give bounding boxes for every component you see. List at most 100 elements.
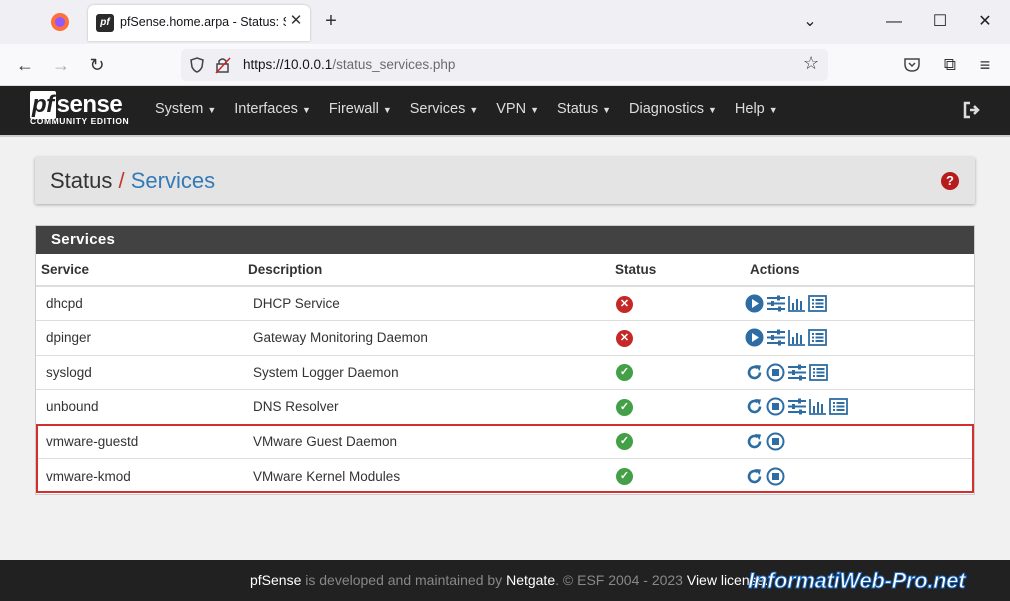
forward-arrow-icon[interactable]: → [49, 53, 73, 77]
browser-tab-active[interactable]: pf pfSense.home.arpa - Status: Services … [88, 5, 310, 41]
browser-tabbar: pf pfSense.home.arpa - Status: Services … [0, 0, 1010, 44]
settings-sliders-icon[interactable] [787, 398, 807, 415]
extensions-puzzle-icon[interactable]: ⧉ [938, 53, 962, 77]
panel-title: Services [36, 226, 974, 254]
menu-services[interactable]: Services ▼ [410, 101, 479, 117]
stop-icon[interactable] [766, 432, 785, 451]
menu-firewall[interactable]: Firewall ▼ [329, 101, 392, 117]
service-description: Gateway Monitoring Daemon [243, 320, 610, 355]
bar-chart-icon[interactable] [788, 329, 806, 347]
restart-icon[interactable] [745, 467, 764, 486]
table-row: vmware-kmod VMware Kernel Modules ✓ [36, 458, 974, 493]
restart-icon[interactable] [745, 363, 764, 382]
logo-pf: pf [30, 91, 56, 119]
caret-down-icon: ▼ [708, 105, 717, 115]
table-row: dpinger Gateway Monitoring Daemon ✕ [36, 320, 974, 355]
footer-company[interactable]: Netgate [506, 572, 555, 588]
menu-diagnostics[interactable]: Diagnostics ▼ [629, 101, 717, 117]
caret-down-icon: ▼ [530, 105, 540, 115]
logout-icon[interactable] [962, 100, 982, 120]
service-description: DNS Resolver [243, 389, 610, 424]
stop-icon[interactable] [766, 397, 785, 416]
stop-icon[interactable] [766, 363, 785, 382]
url-bar[interactable]: https://10.0.0.1/status_services.php ☆ [181, 49, 828, 81]
table-row: syslogd System Logger Daemon ✓ [36, 354, 974, 390]
tab-close-icon[interactable]: ✕ [287, 12, 305, 30]
firefox-icon[interactable] [50, 12, 70, 32]
breadcrumb-separator: / [118, 168, 125, 193]
menu-system[interactable]: System ▼ [155, 101, 216, 117]
tab-list-chevron-icon[interactable]: ⌄ [798, 10, 822, 34]
breadcrumb-parent[interactable]: Status [50, 168, 112, 193]
service-name: vmware-kmod [36, 458, 243, 493]
pfsense-logo[interactable]: pf sense COMMUNITY EDITION [30, 91, 129, 126]
logo-subtitle: COMMUNITY EDITION [30, 116, 130, 126]
log-list-icon[interactable] [808, 329, 827, 347]
tab-title: pfSense.home.arpa - Status: Services [120, 15, 286, 29]
caret-down-icon: ▼ [207, 105, 217, 115]
log-list-icon[interactable] [808, 295, 827, 312]
menu-vpn[interactable]: VPN ▼ [496, 101, 539, 117]
footer-text-1: is developed and maintained by [301, 572, 507, 588]
bar-chart-icon[interactable] [788, 295, 806, 312]
breadcrumb-current[interactable]: Services [131, 168, 215, 193]
url-path: /status_services.php [332, 57, 456, 72]
restart-icon[interactable] [745, 397, 764, 416]
actions-cell [745, 320, 974, 355]
play-icon[interactable] [745, 328, 764, 347]
back-arrow-icon[interactable]: ← [13, 53, 37, 77]
x-circle-icon: ✕ [616, 295, 633, 313]
bookmark-star-icon[interactable]: ☆ [803, 53, 819, 74]
url-host: https://10.0.0.1 [243, 57, 333, 72]
settings-sliders-icon[interactable] [766, 295, 786, 312]
service-name: dhcpd [36, 285, 243, 321]
table-row: vmware-guestd VMware Guest Daemon ✓ [36, 423, 974, 459]
caret-down-icon: ▼ [469, 105, 479, 115]
menu-help[interactable]: Help ▼ [735, 101, 778, 117]
reload-icon[interactable]: ↻ [85, 53, 109, 77]
service-description: DHCP Service [243, 285, 610, 321]
check-circle-icon: ✓ [616, 398, 633, 416]
menu-interfaces[interactable]: Interfaces ▼ [234, 101, 311, 117]
service-description: VMware Guest Daemon [243, 423, 610, 459]
service-description: VMware Kernel Modules [243, 458, 610, 493]
services-table: Service Description Status Actions dhcpd… [36, 254, 974, 493]
breadcrumb: Status / Services ? [35, 157, 975, 204]
pocket-icon[interactable] [903, 57, 921, 73]
new-tab-button[interactable]: + [320, 10, 342, 32]
menu-status[interactable]: Status ▼ [557, 101, 611, 117]
help-question-icon[interactable]: ? [941, 172, 959, 190]
log-list-icon[interactable] [809, 363, 828, 381]
pfsense-navbar: pf sense COMMUNITY EDITION System ▼ Interf… [0, 86, 1010, 137]
play-icon[interactable] [745, 294, 764, 313]
footer-text: pfSense is developed and maintained by N… [250, 572, 768, 588]
stop-icon[interactable] [766, 467, 785, 486]
lock-warning-icon[interactable] [215, 56, 231, 74]
bar-chart-icon[interactable] [809, 398, 827, 416]
column-header-actions: Actions [745, 254, 974, 287]
caret-down-icon: ▼ [382, 105, 392, 115]
log-list-icon[interactable] [829, 398, 848, 416]
footer-brand[interactable]: pfSense [250, 572, 301, 588]
services-panel: Services Service Description Status Acti… [35, 225, 975, 495]
shield-icon[interactable] [189, 57, 205, 73]
main-menu: System ▼ Interfaces ▼ Firewall ▼ Services ▼ … [155, 101, 796, 117]
table-row: dhcpd DHCP Service ✕ [36, 285, 974, 321]
restart-icon[interactable] [745, 432, 764, 451]
hamburger-menu-icon[interactable]: ≡ [973, 53, 997, 77]
service-name: vmware-guestd [36, 423, 243, 459]
service-name: syslogd [36, 354, 243, 390]
check-circle-icon: ✓ [616, 364, 633, 382]
close-window-button[interactable]: ✕ [973, 10, 997, 34]
minimize-button[interactable]: — [882, 10, 906, 34]
settings-sliders-icon[interactable] [766, 329, 786, 346]
url-text[interactable]: https://10.0.0.1/status_services.php [243, 57, 455, 72]
page-title: Status / Services [50, 168, 215, 194]
watermark: InformatiWeb-Pro.net [747, 568, 966, 594]
actions-cell [745, 423, 974, 459]
column-header-service: Service [36, 254, 243, 287]
settings-sliders-icon[interactable] [787, 364, 807, 381]
browser-toolbar: ← → ↻ https://10.0.0.1/status_services.p… [0, 44, 1010, 86]
maximize-button[interactable]: ☐ [928, 10, 952, 34]
check-circle-icon: ✓ [616, 468, 633, 485]
